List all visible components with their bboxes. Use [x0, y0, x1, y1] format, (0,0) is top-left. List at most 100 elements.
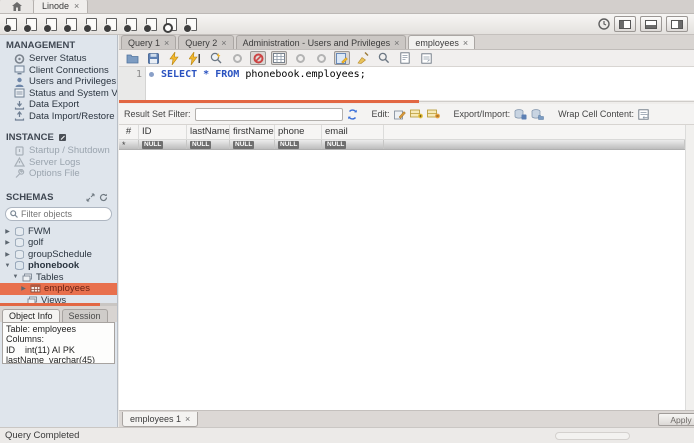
tree-node-label: employees: [44, 283, 90, 294]
execute-current-statement-button[interactable]: [187, 51, 203, 65]
result-filter-input[interactable]: [195, 108, 343, 121]
import-recordset-button[interactable]: [531, 109, 544, 120]
schema-filter-input[interactable]: [21, 209, 101, 219]
toggle-stop-on-error-button[interactable]: [250, 51, 266, 65]
insert-row-button[interactable]: [410, 109, 423, 119]
utilities-button[interactable]: [186, 18, 197, 31]
new-procedure-button[interactable]: [126, 18, 137, 31]
delete-row-button[interactable]: [427, 109, 440, 119]
execute-query-button[interactable]: [166, 51, 182, 65]
sidebar-item-users-privileges[interactable]: Users and Privileges: [0, 76, 117, 88]
null-value-badge[interactable]: NULL: [190, 141, 211, 149]
tab-query-1[interactable]: Query 1×: [121, 35, 176, 49]
refresh-schemas-icon[interactable]: [99, 193, 108, 202]
new-table-button[interactable]: [86, 18, 97, 31]
null-value-badge[interactable]: NULL: [278, 141, 299, 149]
explain-button[interactable]: [208, 51, 224, 65]
column-header-rownum[interactable]: #: [119, 125, 139, 139]
apply-button[interactable]: Apply: [658, 413, 694, 426]
close-icon[interactable]: ×: [164, 38, 169, 48]
result-grid[interactable]: # ID lastName firstName phone email * NU…: [119, 125, 685, 410]
toggle-right-sidebar-button[interactable]: [666, 16, 688, 32]
sidebar-item-server-status[interactable]: Server Status: [0, 53, 117, 65]
schema-node-groupschedule[interactable]: ▶ groupSchedule: [0, 249, 117, 261]
toggle-wrapping-button[interactable]: [418, 51, 434, 65]
column-header-firstname[interactable]: firstName: [230, 125, 275, 139]
toggle-autocommit-button[interactable]: [334, 51, 350, 65]
new-row-placeholder[interactable]: * NULL NULL NULL NULL NULL: [119, 140, 685, 150]
toggle-left-sidebar-button[interactable]: [614, 16, 636, 32]
toggle-bottom-panel-button[interactable]: [640, 16, 662, 32]
expand-arrow-icon[interactable]: ▶: [4, 239, 11, 246]
new-view-button[interactable]: [106, 18, 117, 31]
tab-employees[interactable]: employees×: [408, 35, 475, 49]
expand-arrow-icon[interactable]: ▶: [20, 285, 27, 292]
limit-rows-button[interactable]: [271, 51, 287, 65]
tab-administration[interactable]: Administration - Users and Privileges×: [236, 35, 407, 49]
export-recordset-button[interactable]: [514, 109, 527, 120]
new-connection-button[interactable]: [46, 18, 57, 31]
column-header-email[interactable]: email: [322, 125, 384, 139]
close-icon[interactable]: ×: [394, 38, 399, 48]
column-header-id[interactable]: ID: [139, 125, 187, 139]
sidebar-item-client-connections[interactable]: Client Connections: [0, 65, 117, 77]
sql-code-editor[interactable]: 1 SELECT * FROM phonebook.employees;: [119, 67, 694, 100]
find-button[interactable]: [376, 51, 392, 65]
column-header-lastname[interactable]: lastName: [187, 125, 230, 139]
open-sql-script-icon: [26, 18, 37, 31]
expand-arrow-icon[interactable]: ▶: [4, 228, 11, 235]
refresh-results-button[interactable]: [347, 109, 358, 120]
tab-session[interactable]: Session: [62, 309, 108, 322]
save-button[interactable]: [145, 51, 161, 65]
search-button[interactable]: [166, 18, 177, 31]
sidebar-item-data-import-restore[interactable]: Data Import/Restore: [0, 111, 117, 123]
sidebar-item-data-export[interactable]: Data Export: [0, 99, 117, 111]
collapse-arrow-icon[interactable]: ▼: [12, 274, 19, 280]
close-icon[interactable]: ×: [74, 1, 79, 11]
schema-node-phonebook[interactable]: ▼ phonebook: [0, 260, 117, 272]
rollback-button[interactable]: [313, 51, 329, 65]
tree-node-employees[interactable]: ▶ employees: [0, 283, 117, 295]
column-header-phone[interactable]: phone: [275, 125, 322, 139]
null-value-badge[interactable]: NULL: [325, 141, 346, 149]
schema-node-golf[interactable]: ▶ golf: [0, 237, 117, 249]
collapse-all-icon[interactable]: [86, 193, 95, 202]
null-value-badge[interactable]: NULL: [142, 141, 163, 149]
grid-vertical-scrollbar[interactable]: [685, 125, 694, 410]
tree-node-tables[interactable]: ▼ Tables: [0, 272, 117, 284]
tab-query-2[interactable]: Query 2×: [178, 35, 233, 49]
sidebar-item-options-file[interactable]: Options File: [0, 168, 117, 180]
commit-button[interactable]: [292, 51, 308, 65]
close-icon[interactable]: ×: [185, 414, 190, 424]
instance-section-header: INSTANCE: [0, 127, 117, 145]
collapse-arrow-icon[interactable]: ▼: [4, 263, 11, 269]
new-function-button[interactable]: [146, 18, 157, 31]
edit-current-row-button[interactable]: [394, 109, 406, 120]
tab-object-info[interactable]: Object Info: [2, 309, 60, 322]
sidebar-item-startup-shutdown[interactable]: Startup / Shutdown: [0, 145, 117, 157]
beautify-button[interactable]: [355, 51, 371, 65]
tab-label: employees 1: [130, 414, 181, 424]
sidebar-item-server-logs[interactable]: Server Logs: [0, 157, 117, 169]
schema-node-fwm[interactable]: ▶ FWM: [0, 226, 117, 238]
home-tab[interactable]: [0, 0, 34, 13]
sidebar-item-status-system-variables[interactable]: Status and System Variables: [0, 88, 117, 100]
expand-arrow-icon[interactable]: ▶: [4, 251, 11, 258]
horizontal-scrollbar[interactable]: [555, 432, 630, 440]
null-value-badge[interactable]: NULL: [233, 141, 254, 149]
invisible-characters-button[interactable]: [397, 51, 413, 65]
stop-query-button[interactable]: [229, 51, 245, 65]
close-icon[interactable]: ×: [463, 38, 468, 48]
new-sql-tab-button[interactable]: [6, 18, 17, 31]
close-icon[interactable]: ×: [221, 38, 226, 48]
wrap-cell-content-button[interactable]: [638, 109, 649, 120]
new-schema-button[interactable]: [66, 18, 77, 31]
sidebar-item-label: Users and Privileges: [29, 76, 116, 87]
query-tabbar: Query 1× Query 2× Administration - Users…: [119, 35, 694, 50]
open-file-button[interactable]: [124, 51, 140, 65]
tab-connection-linode[interactable]: Linode ×: [34, 0, 88, 13]
clock-icon: [598, 18, 610, 30]
tab-result-employees-1[interactable]: employees 1 ×: [122, 412, 198, 427]
open-sql-script-button[interactable]: [26, 18, 37, 31]
autocommit-icon: [336, 53, 348, 64]
